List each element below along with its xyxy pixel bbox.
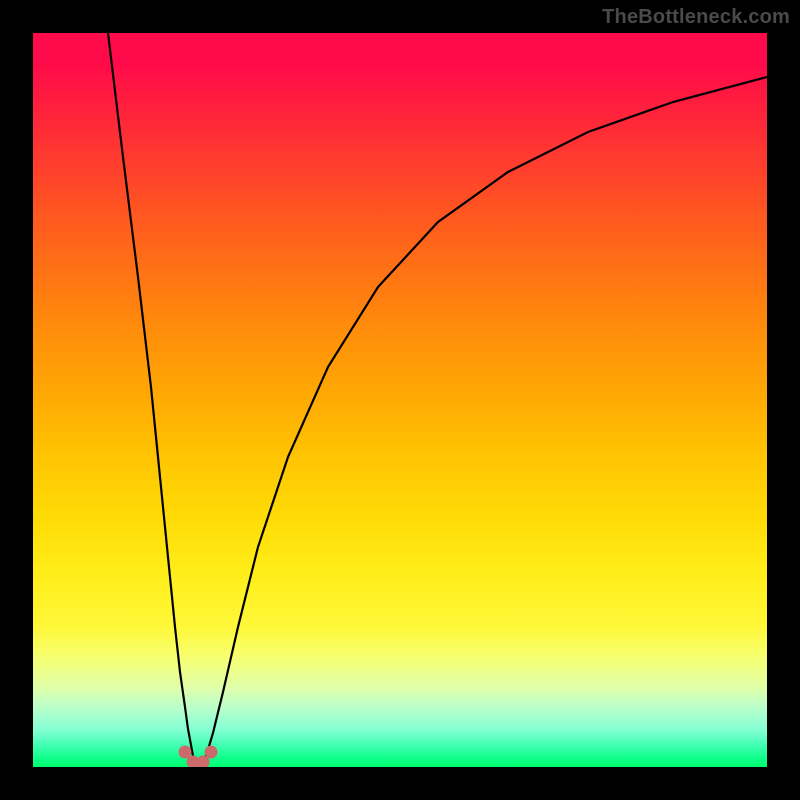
watermark-text: TheBottleneck.com <box>602 6 790 29</box>
dot-right-outer <box>205 746 218 759</box>
curve-right-branch <box>203 77 767 763</box>
curve-layer <box>33 33 767 767</box>
chart-frame: TheBottleneck.com <box>0 0 800 800</box>
curve-left-branch <box>108 33 195 763</box>
plot-area <box>33 33 767 767</box>
marker-dots <box>179 746 218 768</box>
